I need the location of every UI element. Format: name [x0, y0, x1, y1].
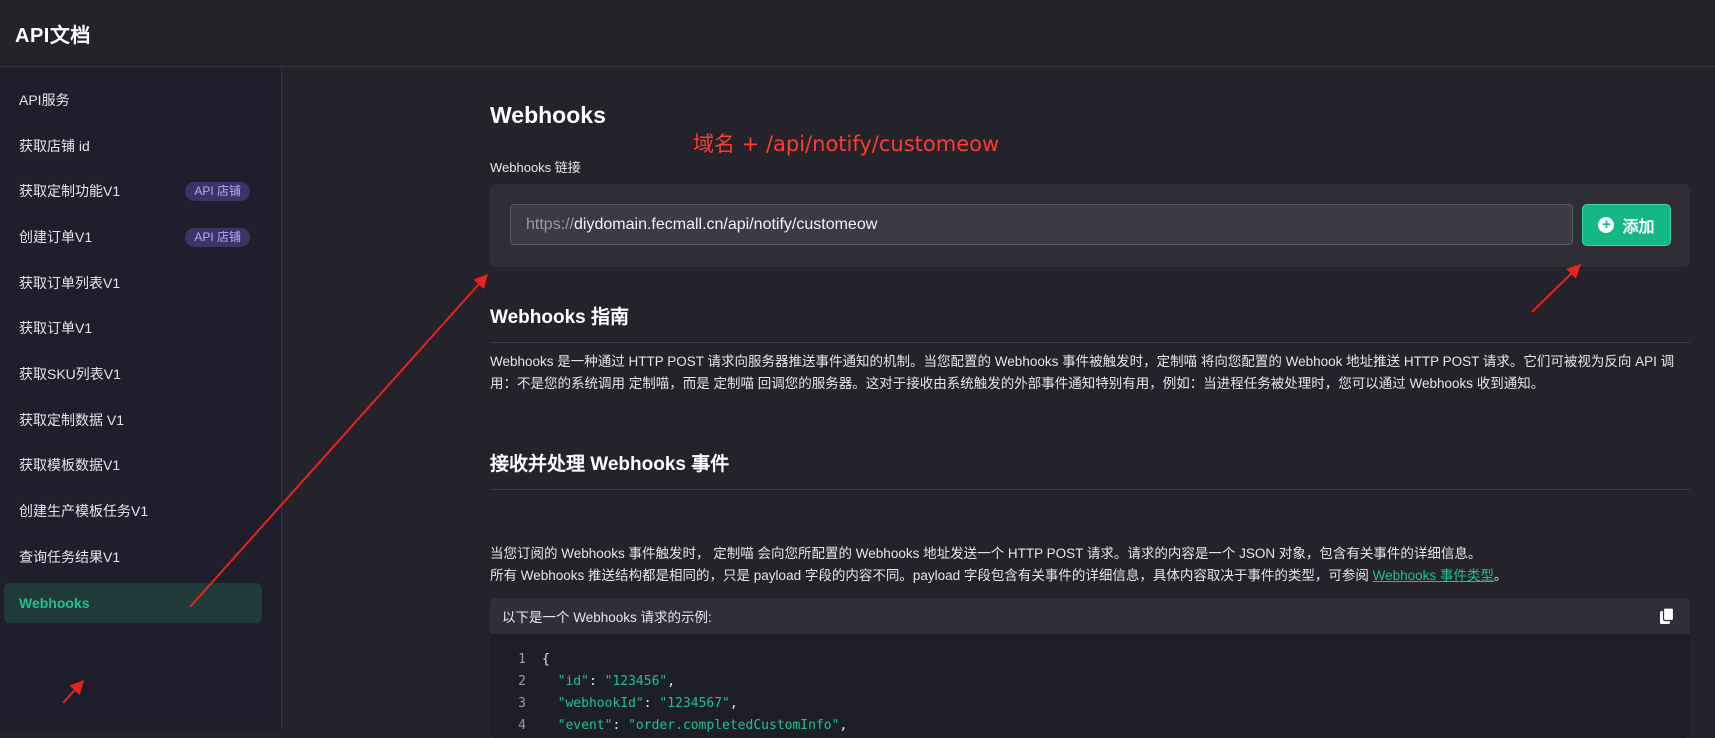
line-number: 4: [518, 718, 526, 733]
sidebar-item-get-shop-id[interactable]: 获取店铺 id: [4, 126, 262, 166]
annotation-domain-note: 域名 + /api/notify/customeow: [693, 132, 1000, 156]
receive-line-2-text: 所有 Webhooks 推送结构都是相同的，只是 payload 字段的内容不同…: [490, 568, 1373, 583]
sidebar-item-api-service[interactable]: API服务: [4, 80, 262, 120]
sidebar-item-label: 获取定制数据 V1: [19, 412, 125, 428]
page-title: Webhooks: [490, 102, 606, 128]
webhook-url-input[interactable]: https:// diydomain.fecmall.cn/api/notify…: [510, 204, 1573, 245]
copy-icon[interactable]: [1660, 608, 1674, 624]
sidebar-item-label: 创建生产模板任务V1: [19, 503, 149, 519]
json-key: "webhookId": [557, 696, 644, 711]
app-title: API文档: [15, 24, 91, 47]
sidebar-item-label: 获取订单V1: [19, 320, 93, 336]
webhooks-link-label: Webhooks 链接: [490, 160, 581, 175]
receive-paragraph: 当您订阅的 Webhooks 事件触发时， 定制喵 会向您所配置的 Webhoo…: [490, 543, 1690, 587]
code-line: 3 "webhookId": "1234567",: [506, 693, 1690, 715]
sidebar-item-label: 查询任务结果V1: [19, 549, 121, 565]
api-shop-badge: API 店铺: [185, 182, 250, 201]
code-lines: 1 { 2 "id": "123456", 3 "webhookId": "12…: [490, 634, 1690, 737]
event-types-link[interactable]: Webhooks 事件类型: [1373, 568, 1494, 583]
webhook-url-panel: https:// diydomain.fecmall.cn/api/notify…: [490, 184, 1690, 267]
sidebar-item-label: 创建订单V1: [19, 229, 93, 245]
url-prefix: https://: [526, 215, 575, 233]
sidebar-item-label: 获取订单列表V1: [19, 275, 121, 291]
receive-heading: 接收并处理 Webhooks 事件: [490, 449, 1690, 490]
sidebar-item-label: 获取店铺 id: [19, 138, 90, 154]
code-text: {: [542, 652, 550, 667]
json-value: "order.completedCustomInfo": [628, 718, 840, 733]
sidebar-item-label: Webhooks: [19, 595, 90, 611]
code-line: 4 "event": "order.completedCustomInfo",: [506, 715, 1690, 737]
receive-line-1: 当您订阅的 Webhooks 事件触发时， 定制喵 会向您所配置的 Webhoo…: [490, 546, 1482, 561]
sidebar-item-create-order[interactable]: 创建订单V1 API 店铺: [4, 217, 262, 257]
api-shop-badge: API 店铺: [185, 228, 250, 247]
sidebar: API服务 获取店铺 id 获取定制功能V1 API 店铺 创建订单V1 API…: [0, 68, 282, 731]
sidebar-item-order-list[interactable]: 获取订单列表V1: [4, 263, 262, 303]
json-value: "123456": [604, 674, 668, 689]
receive-line-2: 所有 Webhooks 推送结构都是相同的，只是 payload 字段的内容不同…: [490, 565, 1690, 587]
add-button-label: 添加: [1622, 219, 1655, 236]
sidebar-item-custom-data[interactable]: 获取定制数据 V1: [4, 400, 262, 440]
sidebar-item-label: 获取定制功能V1: [19, 183, 121, 199]
sidebar-item-query-task-result[interactable]: 查询任务结果V1: [4, 537, 262, 577]
code-example: 以下是一个 Webhooks 请求的示例: 1 { 2 "id": "12345…: [490, 598, 1690, 738]
code-line: 1 {: [506, 649, 1690, 671]
receive-line-2-end: 。: [1493, 568, 1508, 583]
line-number: 3: [518, 696, 526, 711]
guide-paragraph: Webhooks 是一种通过 HTTP POST 请求向服务器推送事件通知的机制…: [490, 354, 1675, 391]
sidebar-item-template-data[interactable]: 获取模板数据V1: [4, 445, 262, 485]
sidebar-item-get-order[interactable]: 获取订单V1: [4, 308, 262, 348]
code-example-title: 以下是一个 Webhooks 请求的示例:: [502, 610, 712, 625]
json-key: "event": [557, 718, 613, 733]
sidebar-item-label: 获取SKU列表V1: [19, 366, 121, 382]
sidebar-item-label: 获取模板数据V1: [19, 457, 121, 473]
sidebar-item-sku-list[interactable]: 获取SKU列表V1: [4, 354, 262, 394]
sidebar-item-get-custom-feature[interactable]: 获取定制功能V1 API 店铺: [4, 171, 262, 211]
json-key: "id": [557, 674, 589, 689]
url-value: diydomain.fecmall.cn/api/notify/customeo…: [574, 215, 878, 233]
plus-circle-icon: +: [1598, 217, 1615, 233]
code-line: 2 "id": "123456",: [506, 671, 1690, 693]
add-button[interactable]: + 添加: [1582, 204, 1671, 246]
line-number: 1: [518, 652, 526, 667]
top-bar: API文档: [0, 0, 1715, 67]
line-number: 2: [518, 674, 526, 689]
sidebar-item-webhooks[interactable]: Webhooks: [4, 583, 262, 623]
guide-heading: Webhooks 指南: [490, 302, 1690, 343]
json-value: "1234567": [659, 696, 730, 711]
main-content: Webhooks Webhooks 链接 https:// diydomain.…: [283, 68, 1715, 738]
sidebar-item-label: API服务: [19, 92, 70, 108]
code-example-header: 以下是一个 Webhooks 请求的示例:: [490, 598, 1690, 634]
sidebar-item-create-template-task[interactable]: 创建生产模板任务V1: [4, 491, 262, 531]
